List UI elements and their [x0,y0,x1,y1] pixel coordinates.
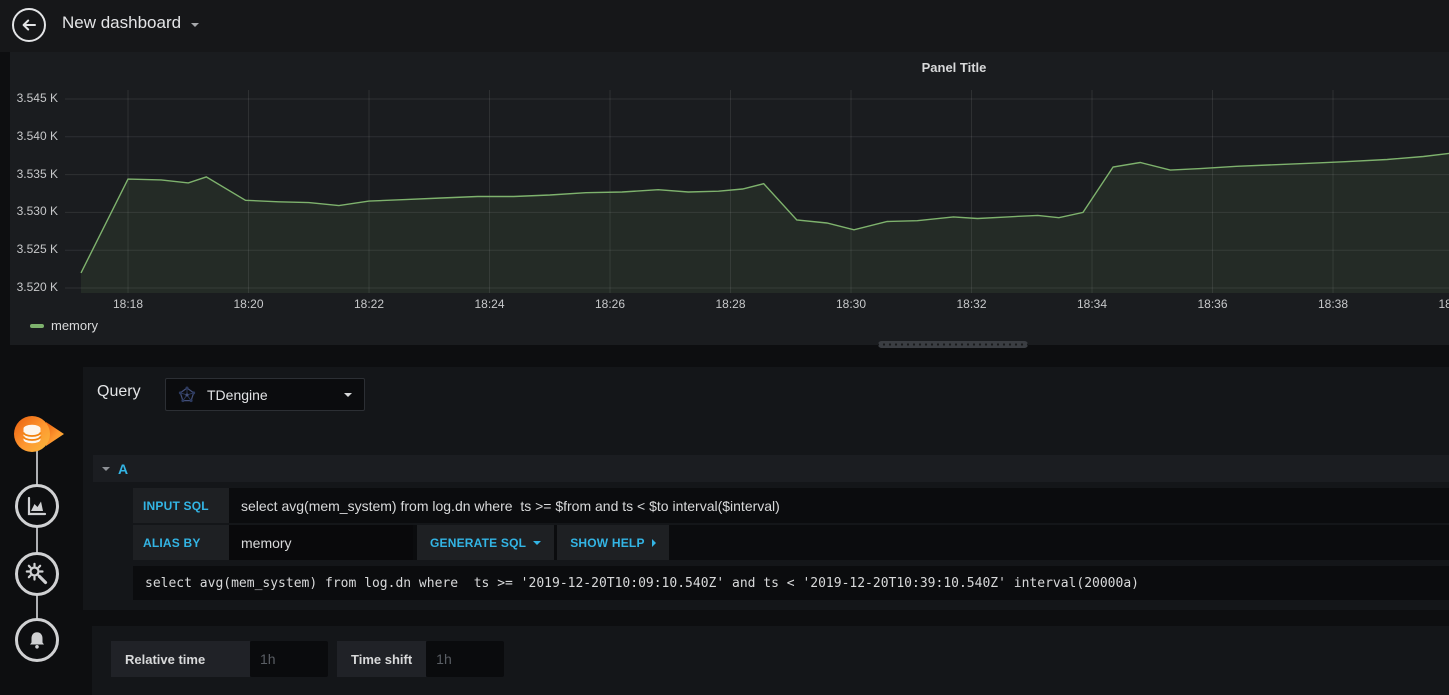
y-tick-label: 3.545 K [16,90,58,105]
chevron-down-icon [533,540,542,545]
chevron-down-icon [344,392,352,397]
query-editor-card: Query TDengine A INPUT SQL select avg(me… [83,367,1449,610]
graph-panel: Panel Title 3.545 K 3.540 K 3.535 K 3.530 K… [10,52,1449,345]
y-tick-label: 3.540 K [16,128,58,143]
query-section-label: Query [97,383,141,400]
input-sql-field[interactable] [229,488,1449,523]
time-shift-group: Time shift [337,641,505,677]
x-tick-label: 18:36 [1197,297,1228,311]
tab-visualization[interactable] [15,484,59,528]
tab-rail-connector [36,438,38,640]
x-tick-label: 18:26 [595,297,626,311]
y-tick-label: 3.525 K [16,242,58,257]
dashboard-title: New dashboard [62,13,182,32]
generate-sql-button[interactable]: GENERATE SQL [417,525,555,560]
generated-sql-text: select avg(mem_system) from log.dn where… [133,566,1449,600]
x-tick-label: 18:24 [474,297,505,311]
alias-by-row: ALIAS BY GENERATE SQL SHOW HELP [133,525,1449,560]
datasource-picker[interactable]: TDengine [165,378,365,411]
relative-time-input[interactable] [250,641,328,677]
bell-icon [30,632,44,649]
x-tick-label: 18:28 [715,297,746,311]
tab-general[interactable] [15,552,59,596]
x-tick-label: 18:22 [354,297,385,311]
tab-queries[interactable] [13,414,65,454]
tab-alert[interactable] [15,618,59,662]
time-options-card: Relative time Time shift [92,626,1449,695]
top-navbar: New dashboard [0,0,1449,52]
input-sql-label: INPUT SQL [133,488,229,523]
chart-plot[interactable] [65,90,1449,293]
input-sql-row: INPUT SQL [133,488,1449,523]
y-tick-label: 3.535 K [16,166,58,181]
x-tick-label: 18:34 [1077,297,1108,311]
dashboard-title-dropdown[interactable]: New dashboard [62,13,200,33]
arrow-left-icon [22,19,36,31]
collapse-caret-icon [102,466,110,471]
chart-icon [27,496,47,516]
gear-wrench-icon [25,562,48,585]
x-tick-label: 18:18 [113,297,144,311]
legend-item-memory[interactable]: memory [30,318,98,333]
legend-series-dash [30,323,44,328]
time-shift-input[interactable] [426,641,505,677]
x-tick-label: 18:32 [956,297,987,311]
x-tick-label: 18:38 [1318,297,1349,311]
relative-time-label: Relative time [111,641,250,677]
query-ref-header[interactable]: A [93,455,1449,482]
y-tick-label: 3.530 K [16,204,58,219]
relative-time-group: Relative time [111,641,328,677]
grafana-edit-screen: New dashboard Panel Title 3.545 K 3.540 K… [0,0,1449,695]
panel-resize-handle[interactable] [878,341,1028,348]
query-ref-letter: A [118,460,129,477]
generate-sql-label: GENERATE SQL [430,535,527,550]
back-button[interactable] [12,8,46,42]
chevron-right-icon [651,538,656,547]
alias-by-field[interactable] [229,525,413,560]
panel-title[interactable]: Panel Title [922,60,987,75]
legend-series-label: memory [51,318,98,333]
x-tick-label: 18:30 [836,297,867,311]
x-tick-label: 18:40 [1438,297,1449,311]
show-help-label: SHOW HELP [570,535,645,550]
x-tick-label: 18:20 [233,297,264,311]
datasource-name: TDengine [207,386,268,403]
chevron-down-icon [191,22,200,27]
tdengine-logo-icon [178,386,196,402]
time-shift-label: Time shift [337,641,427,677]
show-help-button[interactable]: SHOW HELP [557,525,669,560]
row-filler [671,525,1449,560]
y-tick-label: 3.520 K [16,280,58,294]
database-icon [14,416,64,452]
alias-by-label: ALIAS BY [133,525,229,560]
